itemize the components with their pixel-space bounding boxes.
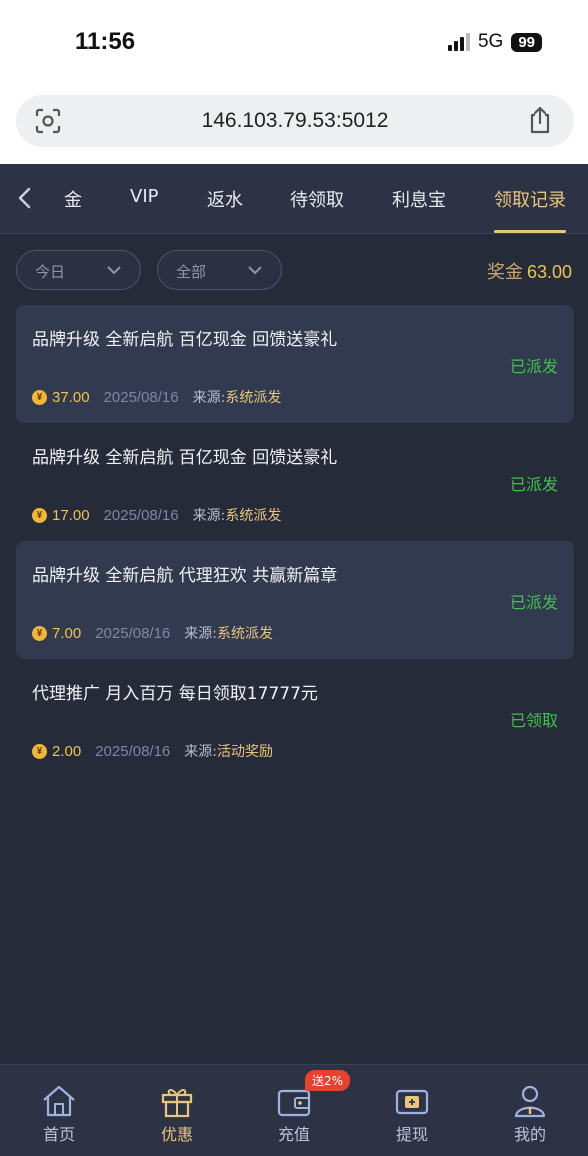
withdraw-icon (395, 1089, 429, 1115)
tab-pending[interactable]: 待领取 (290, 186, 344, 212)
nav-home-label: 首页 (42, 1125, 75, 1144)
type-filter-select[interactable]: 全部 (157, 250, 282, 290)
status-badge: 已派发 (509, 357, 558, 376)
list-item[interactable]: 品牌升级 全新启航 百亿现金 回馈送豪礼 已派发 ¥ 17.00 2025/08… (16, 423, 574, 541)
active-tab-indicator (494, 230, 566, 233)
list-item[interactable]: 品牌升级 全新启航 百亿现金 回馈送豪礼 已派发 ¥ 37.00 2025/08… (16, 305, 574, 423)
status-badge: 已派发 (509, 475, 558, 494)
network-type: 5G (477, 31, 504, 52)
nav-withdraw-label: 提现 (395, 1125, 428, 1144)
nav-promotions[interactable]: 优惠 (137, 1083, 217, 1145)
list-item[interactable]: 代理推广 月入百万 每日领取17777元 已领取 ¥ 2.00 2025/08/… (16, 659, 574, 777)
signal-icon (447, 33, 470, 51)
user-icon (514, 1085, 546, 1118)
gift-icon (161, 1089, 193, 1118)
source-label: 来源: (192, 390, 226, 406)
record-meta: ¥ 37.00 2025/08/16 来源: 系统派发 (32, 387, 281, 407)
recharge-bonus-badge: 送2% (305, 1070, 351, 1091)
record-date: 2025/08/16 (103, 388, 179, 406)
share-icon[interactable] (526, 105, 554, 135)
record-title: 品牌升级 全新启航 百亿现金 回馈送豪礼 (32, 330, 338, 350)
coin-icon: ¥ (32, 625, 47, 641)
coin-icon: ¥ (32, 507, 47, 523)
bottom-nav: 首页 优惠 充值 提现 我的 (0, 1064, 588, 1156)
status-badge: 已派发 (509, 593, 558, 612)
tab-vip[interactable]: VIP (130, 186, 158, 207)
record-source: 系统派发 (217, 626, 273, 642)
coin-icon: ¥ (32, 389, 47, 405)
bonus-value: 63.00 (526, 262, 572, 282)
bonus-total: 奖金 63.00 (487, 258, 572, 284)
tab-claim-records[interactable]: 领取记录 (494, 186, 566, 212)
home-icon (43, 1085, 75, 1117)
chevron-down-icon (248, 266, 262, 275)
record-title: 品牌升级 全新启航 代理狂欢 共赢新篇章 (32, 566, 338, 586)
tab-interest[interactable]: 利息宝 (392, 186, 446, 212)
browser-chrome: 11:56 5G 99 146.103.79.53:5012 (0, 0, 588, 164)
source-label: 来源: (184, 626, 217, 642)
record-source: 活动奖励 (217, 744, 273, 760)
record-amount: 17.00 (52, 506, 90, 524)
record-source: 系统派发 (225, 390, 282, 406)
date-filter-value: 今日 (35, 263, 66, 281)
nav-recharge-label: 充值 (277, 1125, 310, 1144)
record-meta: ¥ 17.00 2025/08/16 来源: 系统派发 (32, 505, 281, 525)
source-label: 来源: (184, 744, 217, 760)
url-text[interactable]: 146.103.79.53:5012 (16, 109, 574, 133)
list-item[interactable]: 品牌升级 全新启航 代理狂欢 共赢新篇章 已派发 ¥ 7.00 2025/08/… (16, 541, 574, 659)
record-title: 代理推广 月入百万 每日领取17777元 (32, 684, 318, 704)
chevron-down-icon (107, 266, 121, 275)
tab-bar: 金 VIP 返水 待领取 利息宝 领取记录 (0, 164, 588, 234)
record-amount: 2.00 (52, 742, 82, 760)
record-date: 2025/08/16 (103, 506, 179, 524)
record-meta: ¥ 2.00 2025/08/16 来源: 活动奖励 (32, 741, 273, 761)
nav-profile-label: 我的 (513, 1125, 546, 1144)
url-bar[interactable]: 146.103.79.53:5012 (16, 95, 574, 147)
record-source: 系统派发 (225, 508, 282, 524)
bonus-label: 奖金 (486, 262, 523, 283)
record-date: 2025/08/16 (95, 624, 171, 642)
coin-icon: ¥ (32, 743, 47, 759)
record-title: 品牌升级 全新启航 百亿现金 回馈送豪礼 (32, 448, 338, 468)
nav-promotions-label: 优惠 (160, 1125, 193, 1144)
nav-recharge[interactable]: 充值 (254, 1083, 334, 1145)
nav-profile[interactable]: 我的 (490, 1083, 570, 1145)
record-amount: 37.00 (52, 388, 90, 406)
back-icon[interactable] (14, 186, 36, 210)
type-filter-value: 全部 (176, 263, 207, 281)
battery-icon: 99 (511, 32, 542, 52)
record-meta: ¥ 7.00 2025/08/16 来源: 系统派发 (32, 623, 273, 643)
record-amount: 7.00 (52, 624, 82, 642)
status-badge: 已领取 (509, 711, 558, 730)
tab-gold[interactable]: 金 (64, 186, 82, 212)
tab-rebate[interactable]: 返水 (207, 186, 243, 212)
record-date: 2025/08/16 (95, 742, 171, 760)
status-indicators: 5G 99 (447, 31, 542, 53)
status-time: 11:56 (75, 28, 136, 55)
source-label: 来源: (192, 508, 226, 524)
date-filter-select[interactable]: 今日 (16, 250, 141, 290)
nav-home[interactable]: 首页 (19, 1083, 99, 1145)
nav-withdraw[interactable]: 提现 (372, 1083, 452, 1145)
